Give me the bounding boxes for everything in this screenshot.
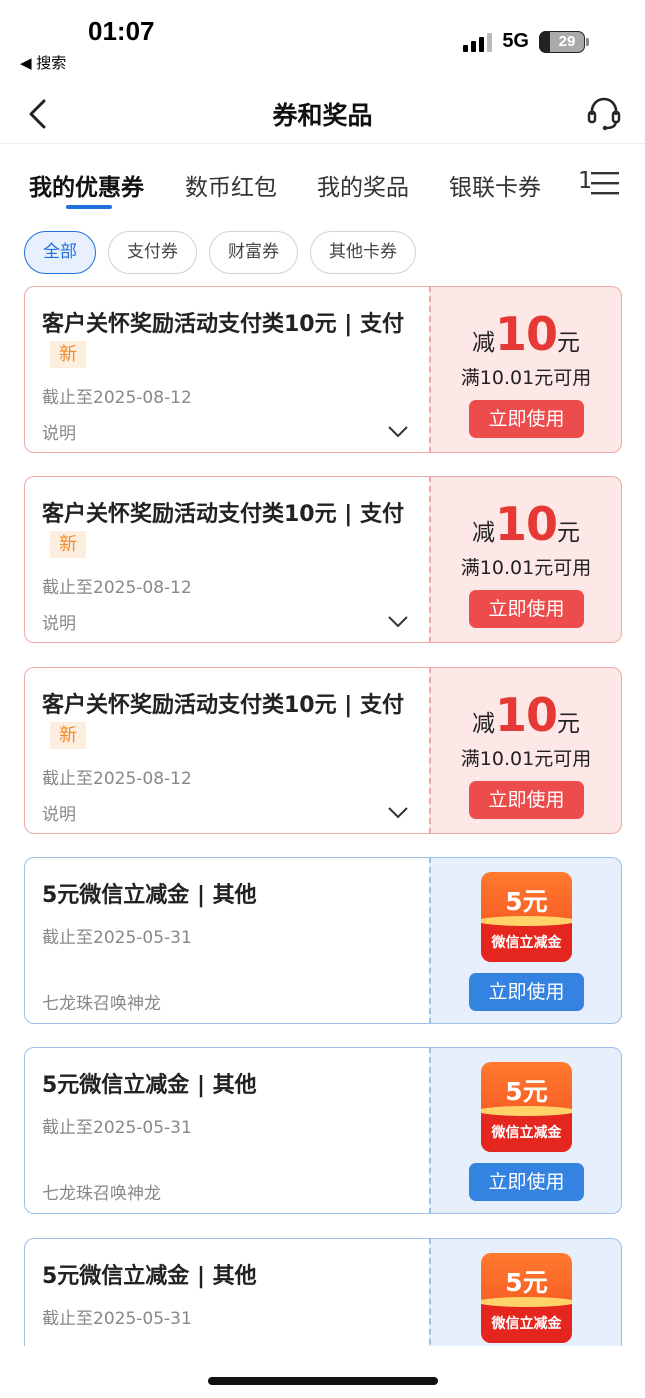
filter-wealth[interactable]: 财富券 (209, 231, 298, 274)
filter-other-cards[interactable]: 其他卡券 (310, 231, 416, 274)
status-indicators: 5G 29 (463, 30, 589, 53)
home-indicator[interactable] (208, 1377, 438, 1385)
network-type: 5G (502, 30, 529, 52)
coupon-value-panel: 减10元 满10.01元可用 立即使用 (429, 286, 622, 453)
filter-all[interactable]: 全部 (24, 231, 96, 274)
badge-label: 微信立减金 (491, 1316, 562, 1332)
usage-condition: 满10.01元可用 (460, 748, 592, 770)
wechat-discount-badge: 5元 微信立减金 (481, 872, 572, 962)
discount-amount: 减10元 (471, 497, 580, 551)
status-bar: 01:07 ◀ 搜索 5G 29 (0, 0, 645, 80)
use-now-button[interactable]: 立即使用 (469, 781, 584, 819)
coupon-title: 客户关怀奖励活动支付类10元 | 支付新 (42, 309, 412, 371)
coupon-description-toggle[interactable]: 说明 (42, 419, 76, 444)
coupon-value-panel: 5元 微信立减金 立即使用 (429, 1047, 622, 1214)
coupon-card[interactable]: 5元微信立减金 | 其他 截止至2025-05-31 5元 微信立减金 (24, 1238, 622, 1346)
back-to-search-link[interactable]: ◀ 搜索 (20, 52, 66, 73)
badge-amount: 5元 (505, 1268, 548, 1297)
wechat-discount-badge: 5元 微信立减金 (481, 1062, 572, 1152)
filter-chips: 全部 支付券 财富券 其他卡券 (24, 231, 416, 275)
coupon-source: 七龙珠召唤神龙 (42, 994, 161, 1014)
coupon-info: 5元微信立减金 | 其他 截止至2025-05-31 七龙珠召唤神龙 (24, 857, 429, 1024)
coupon-card[interactable]: 5元微信立减金 | 其他 截止至2025-05-31 七龙珠召唤神龙 5元 微信… (24, 1047, 622, 1214)
coupon-value-panel: 减10元 满10.01元可用 立即使用 (429, 476, 622, 643)
badge-amount: 5元 (505, 1077, 548, 1106)
coupon-info: 客户关怀奖励活动支付类10元 | 支付新 截止至2025-08-12 说明 (24, 286, 429, 453)
filter-payment[interactable]: 支付券 (108, 231, 197, 274)
chevron-down-icon[interactable] (387, 806, 409, 820)
coupon-title: 5元微信立减金 | 其他 (42, 1073, 257, 1098)
status-time: 01:07 (88, 16, 155, 46)
new-badge: 新 (50, 531, 86, 558)
discount-amount: 减10元 (471, 307, 580, 361)
coupon-expiry: 截止至2025-05-31 (42, 1118, 192, 1138)
coupon-title: 客户关怀奖励活动支付类10元 | 支付新 (42, 690, 412, 752)
coupon-value-panel: 减10元 满10.01元可用 立即使用 (429, 667, 622, 834)
coupon-card[interactable]: 客户关怀奖励活动支付类10元 | 支付新 截止至2025-08-12 说明 减1… (24, 476, 622, 643)
coupon-info: 客户关怀奖励活动支付类10元 | 支付新 截止至2025-08-12 说明 (24, 476, 429, 643)
coupon-expiry: 截止至2025-08-12 (42, 578, 192, 598)
coupon-title: 5元微信立减金 | 其他 (42, 1264, 257, 1289)
use-now-button[interactable]: 立即使用 (469, 973, 584, 1011)
coupon-title: 5元微信立减金 | 其他 (42, 883, 257, 908)
coupon-description-toggle[interactable]: 说明 (42, 609, 76, 634)
tab-bar: 我的优惠券 数币红包 我的奖品 银联卡券 1 (0, 158, 645, 214)
coupon-value-panel: 5元 微信立减金 立即使用 (429, 857, 622, 1024)
tab-unionpay-vouchers[interactable]: 银联卡券 (449, 168, 541, 202)
badge-amount: 5元 (505, 887, 548, 916)
new-badge: 新 (50, 341, 86, 368)
badge-label: 微信立减金 (491, 935, 562, 951)
menu-icon[interactable] (591, 170, 619, 196)
coupon-expiry: 截止至2025-08-12 (42, 769, 192, 789)
page-title: 券和奖品 (272, 101, 373, 130)
coupon-info: 5元微信立减金 | 其他 截止至2025-05-31 七龙珠召唤神龙 (24, 1047, 429, 1214)
usage-condition: 满10.01元可用 (460, 367, 592, 389)
coupon-expiry: 截止至2025-05-31 (42, 1309, 192, 1329)
coupon-info: 5元微信立减金 | 其他 截止至2025-05-31 (24, 1238, 429, 1346)
battery-icon: 29 (539, 30, 589, 53)
coupon-expiry: 截止至2025-05-31 (42, 928, 192, 948)
coupon-card[interactable]: 客户关怀奖励活动支付类10元 | 支付新 截止至2025-08-12 说明 减1… (24, 286, 622, 453)
signal-icon (463, 32, 493, 52)
active-tab-indicator (66, 205, 112, 209)
chevron-down-icon[interactable] (387, 425, 409, 439)
badge-label: 微信立减金 (491, 1125, 562, 1141)
usage-condition: 满10.01元可用 (460, 557, 592, 579)
tab-my-coupons[interactable]: 我的优惠券 (29, 168, 144, 202)
nav-bar: 券和奖品 (0, 84, 645, 144)
coupon-card[interactable]: 5元微信立减金 | 其他 截止至2025-05-31 七龙珠召唤神龙 5元 微信… (24, 857, 622, 1024)
tab-my-prizes[interactable]: 我的奖品 (317, 168, 409, 202)
customer-service-icon[interactable] (585, 94, 623, 132)
coupon-value-panel: 5元 微信立减金 (429, 1238, 622, 1346)
tab-digital-red-packet[interactable]: 数币红包 (185, 168, 277, 202)
chevron-down-icon[interactable] (387, 615, 409, 629)
coupon-info: 客户关怀奖励活动支付类10元 | 支付新 截止至2025-08-12 说明 (24, 667, 429, 834)
discount-amount: 减10元 (471, 688, 580, 742)
use-now-button[interactable]: 立即使用 (469, 400, 584, 438)
coupon-description-toggle[interactable]: 说明 (42, 800, 76, 825)
new-badge: 新 (50, 722, 86, 749)
tab-overflow[interactable]: 1 (578, 168, 590, 194)
use-now-button[interactable]: 立即使用 (469, 590, 584, 628)
coupon-expiry: 截止至2025-08-12 (42, 388, 192, 408)
use-now-button[interactable]: 立即使用 (469, 1163, 584, 1201)
coupon-title: 客户关怀奖励活动支付类10元 | 支付新 (42, 499, 412, 561)
coupon-card[interactable]: 客户关怀奖励活动支付类10元 | 支付新 截止至2025-08-12 说明 减1… (24, 667, 622, 834)
battery-level: 29 (550, 31, 584, 52)
wechat-discount-badge: 5元 微信立减金 (481, 1253, 572, 1343)
coupon-source: 七龙珠召唤神龙 (42, 1184, 161, 1204)
